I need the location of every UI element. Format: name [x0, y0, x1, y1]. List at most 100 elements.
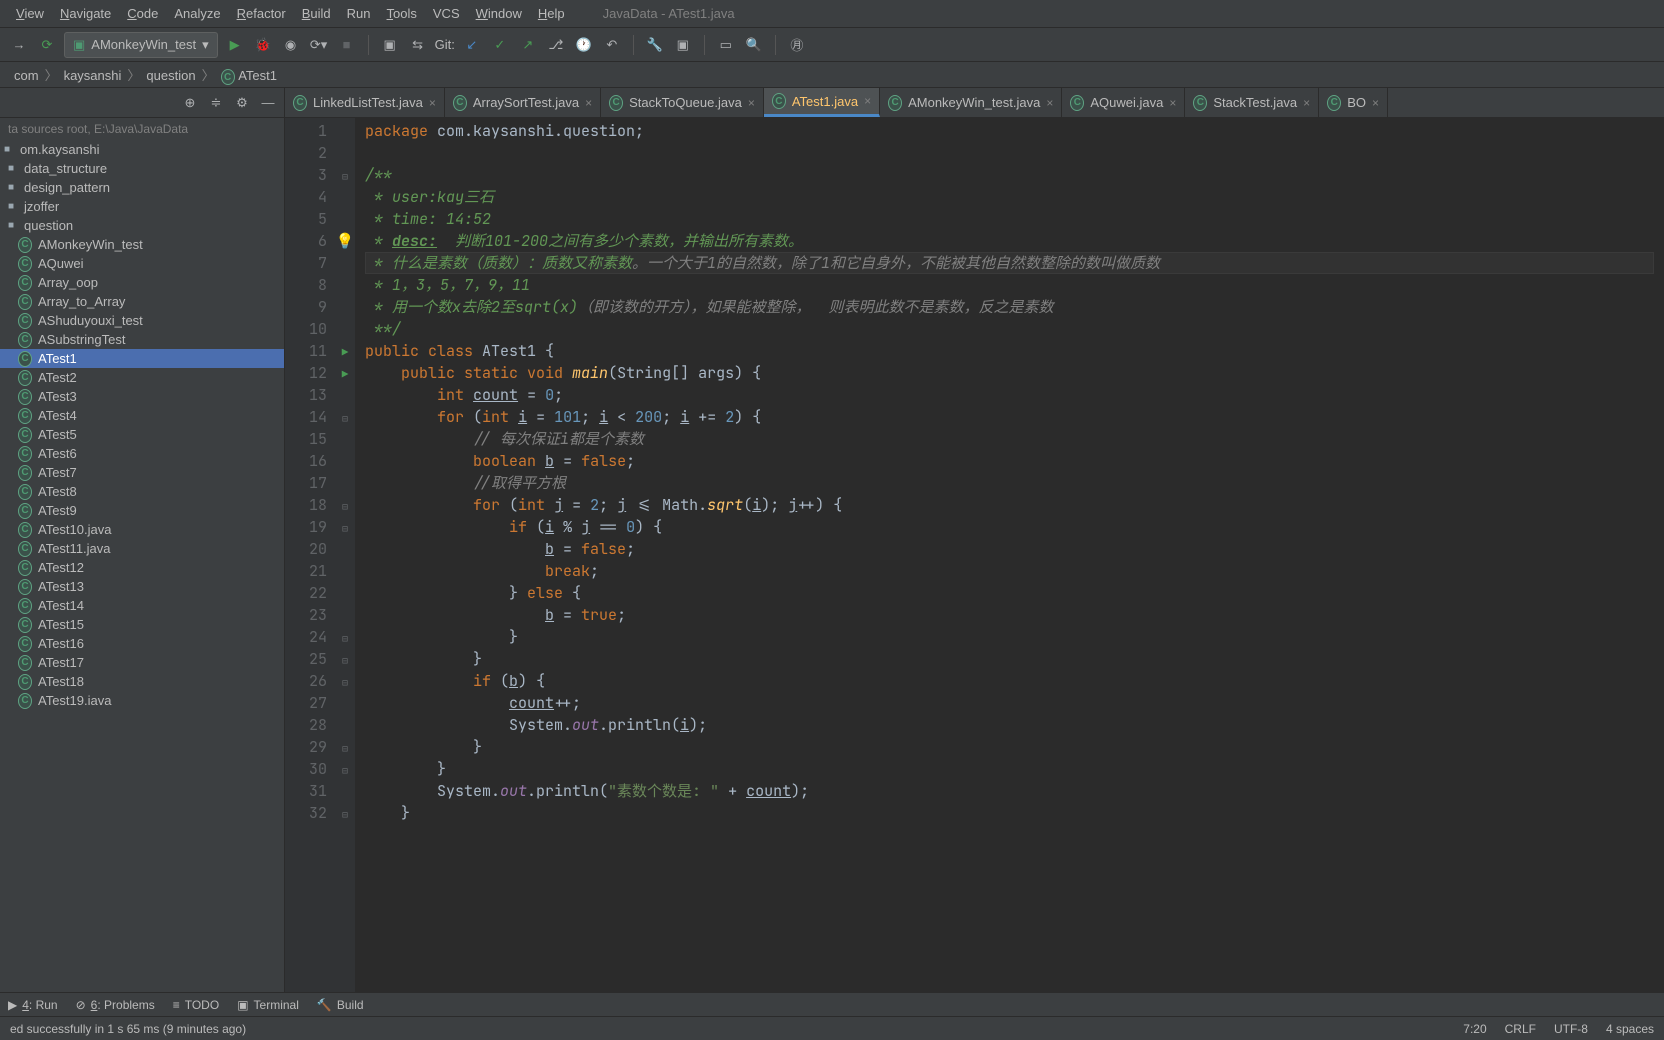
menu-window[interactable]: Window [468, 2, 530, 25]
tree-file[interactable]: ATest3 [0, 387, 284, 406]
tree-file[interactable]: Array_to_Array [0, 292, 284, 311]
close-icon[interactable]: × [1303, 96, 1310, 110]
tree-file[interactable]: ATest6 [0, 444, 284, 463]
gear-icon[interactable]: ⚙ [232, 93, 252, 113]
line-separator[interactable]: CRLF [1505, 1022, 1536, 1036]
locate-icon[interactable]: ⊕ [180, 93, 200, 113]
close-icon[interactable]: × [585, 96, 592, 110]
code-line[interactable]: * time: 14:52 [365, 208, 1654, 230]
code-line[interactable]: // 每次保证i都是个素数 [365, 428, 1654, 450]
run-gutter-icon[interactable]: ▶ [342, 346, 349, 360]
tree-file[interactable]: Array_oop [0, 273, 284, 292]
tree-package[interactable]: design_pattern [0, 178, 284, 197]
editor-tab[interactable]: ATest1.java× [764, 88, 880, 117]
fold-icon[interactable]: ⊟ [342, 412, 348, 425]
commit-icon[interactable]: ✓ [489, 34, 511, 56]
tree-file[interactable]: ATest2 [0, 368, 284, 387]
editor-tab[interactable]: AMonkeyWin_test.java× [880, 88, 1062, 117]
tree-file[interactable]: ATest1 [0, 349, 284, 368]
code-line[interactable]: public class ATest1 { [365, 340, 1654, 362]
fold-icon[interactable]: ⊟ [342, 764, 348, 777]
bottom-tab-todo[interactable]: ≡TODO [173, 998, 219, 1012]
menu-vcs[interactable]: VCS [425, 2, 468, 25]
tree-file[interactable]: AMonkeyWin_test [0, 235, 284, 254]
diff-icon[interactable]: ⇆ [407, 34, 429, 56]
tree-file[interactable]: ATest8 [0, 482, 284, 501]
back-icon[interactable]: → [8, 34, 30, 56]
menu-code[interactable]: Code [119, 2, 166, 25]
tree-file[interactable]: ATest13 [0, 577, 284, 596]
tree-file[interactable]: ATest10.java [0, 520, 284, 539]
run-gutter-icon[interactable]: ▶ [342, 368, 349, 382]
update-icon[interactable]: ↙ [461, 34, 483, 56]
tree-file[interactable]: ATest7 [0, 463, 284, 482]
tree-package[interactable]: data_structure [0, 159, 284, 178]
fold-icon[interactable]: ⊟ [342, 676, 348, 689]
close-icon[interactable]: × [864, 94, 871, 108]
code-line[interactable]: public static void main(String[] args) { [365, 362, 1654, 384]
fold-icon[interactable]: ⊟ [342, 632, 348, 645]
tree-file[interactable]: ATest12 [0, 558, 284, 577]
menu-run[interactable]: Run [339, 2, 379, 25]
menu-analyze[interactable]: Analyze [166, 2, 228, 25]
bottom-tab-terminal[interactable]: ▣Terminal [237, 998, 299, 1012]
tree-file[interactable]: AShuduyouxi_test [0, 311, 284, 330]
collapse-icon[interactable]: ≑ [206, 93, 226, 113]
bottom-tab-build[interactable]: 🔨Build [317, 998, 364, 1012]
settings-icon[interactable]: 🔧 [644, 34, 666, 56]
fold-icon[interactable]: ⊟ [342, 500, 348, 513]
tree-file[interactable]: ATest4 [0, 406, 284, 425]
tree-file[interactable]: AQuwei [0, 254, 284, 273]
close-icon[interactable]: × [1169, 96, 1176, 110]
code-line[interactable]: break; [365, 560, 1654, 582]
fold-icon[interactable]: ⊟ [342, 522, 348, 535]
breadcrumb-item[interactable]: ATest1 [215, 66, 283, 85]
history-icon[interactable]: 🕐 [573, 34, 595, 56]
menu-view[interactable]: View [8, 2, 52, 25]
code-line[interactable]: /** [365, 164, 1654, 186]
code-line[interactable] [365, 142, 1654, 164]
menu-help[interactable]: Help [530, 2, 573, 25]
code-line[interactable]: } else { [365, 582, 1654, 604]
menu-refactor[interactable]: Refactor [229, 2, 294, 25]
menu-navigate[interactable]: Navigate [52, 2, 119, 25]
code-line[interactable]: } [365, 626, 1654, 648]
tree-file[interactable]: ASubstringTest [0, 330, 284, 349]
minimize-icon[interactable]: — [258, 93, 278, 113]
bottom-tab-problems[interactable]: ⊘6: Problems [76, 998, 155, 1012]
run-icon[interactable]: ▶ [224, 34, 246, 56]
tree-file[interactable]: ATest17 [0, 653, 284, 672]
fold-icon[interactable]: ⊟ [342, 170, 348, 183]
breadcrumb-item[interactable]: com [8, 66, 45, 85]
tree-file[interactable]: ATest9 [0, 501, 284, 520]
code-line[interactable]: * 什么是素数（质数）：质数又称素数。一个大于1的自然数，除了1和它自身外，不能… [365, 252, 1654, 274]
menu-tools[interactable]: Tools [379, 2, 425, 25]
tree-file[interactable]: ATest15 [0, 615, 284, 634]
code-line[interactable]: //取得平方根 [365, 472, 1654, 494]
translate-icon[interactable]: ㊊ [786, 34, 808, 56]
tree-package[interactable]: jzoffer [0, 197, 284, 216]
close-icon[interactable]: × [429, 96, 436, 110]
bottom-tab-run[interactable]: ▶4: Run [8, 998, 58, 1012]
tree-file[interactable]: ATest16 [0, 634, 284, 653]
editor-tab[interactable]: LinkedListTest.java× [285, 88, 445, 117]
code-line[interactable]: } [365, 648, 1654, 670]
close-icon[interactable]: × [1372, 96, 1379, 110]
code-line[interactable]: System.out.println("素数个数是: " + count); [365, 780, 1654, 802]
editor-tab[interactable]: ArraySortTest.java× [445, 88, 601, 117]
project-tree[interactable]: om.kaysanshidata_structuredesign_pattern… [0, 140, 284, 992]
project-structure-icon[interactable]: ▣ [379, 34, 401, 56]
code-line[interactable]: * user:kay三石 [365, 186, 1654, 208]
new-branch-icon[interactable]: ⎇ [545, 34, 567, 56]
editor-tab[interactable]: StackTest.java× [1185, 88, 1319, 117]
code-line[interactable]: boolean b = false; [365, 450, 1654, 472]
code-line[interactable]: * desc: 判断101-200之间有多少个素数，并输出所有素数。 [365, 230, 1654, 252]
code-line[interactable]: **/ [365, 318, 1654, 340]
fold-icon[interactable]: ⊟ [342, 808, 348, 821]
code-content[interactable]: package com.kaysanshi.question;/** * use… [355, 118, 1664, 992]
tree-file[interactable]: ATest11.java [0, 539, 284, 558]
toggle-layout-icon[interactable]: ▭ [715, 34, 737, 56]
code-line[interactable]: for (int j = 2; j <= Math.sqrt(i); j++) … [365, 494, 1654, 516]
code-line[interactable]: b = true; [365, 604, 1654, 626]
coverage-icon[interactable]: ◉ [280, 34, 302, 56]
